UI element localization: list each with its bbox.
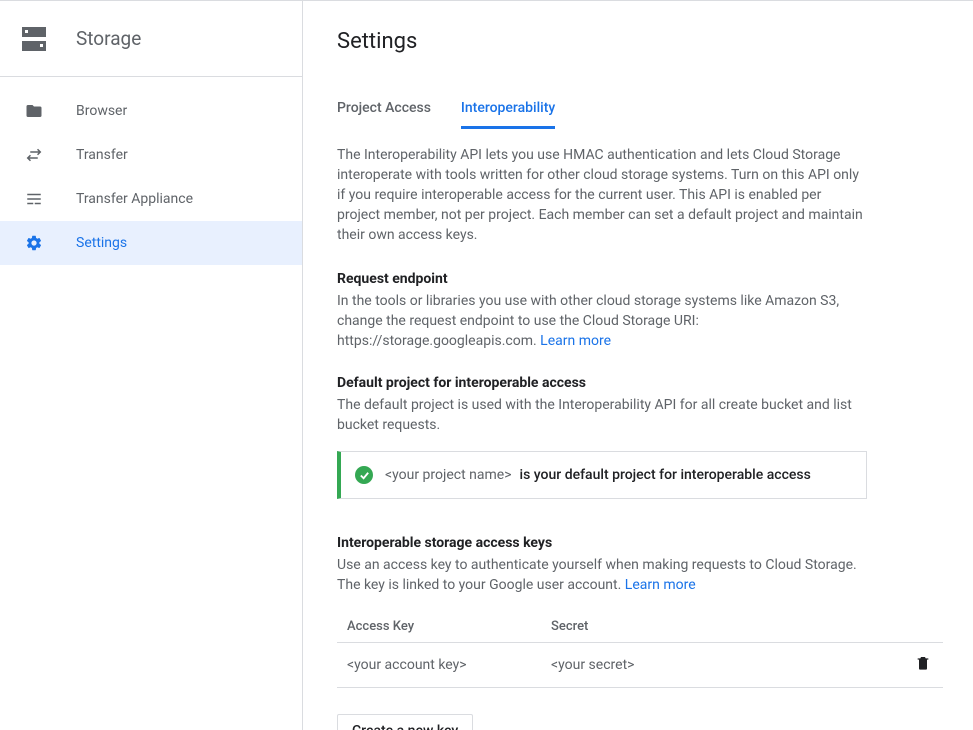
check-icon xyxy=(355,466,373,484)
main: Settings Project Access Interoperability… xyxy=(303,1,973,730)
sidebar-nav: Browser Transfer Transfer Appliance Sett… xyxy=(0,77,302,265)
td-secret: <your secret> xyxy=(551,657,903,673)
intro-text: The Interoperability API lets you use HM… xyxy=(337,145,867,245)
gear-icon xyxy=(24,233,44,253)
page-title: Settings xyxy=(337,29,973,54)
sidebar: Storage Browser Transfer Transfer Applia… xyxy=(0,1,303,730)
content: The Interoperability API lets you use HM… xyxy=(337,145,867,611)
transfer-appliance-icon xyxy=(24,189,44,209)
storage-icon xyxy=(22,27,46,51)
tab-interoperability[interactable]: Interoperability xyxy=(461,100,555,129)
table-row: <your account key> <your secret> xyxy=(337,643,943,688)
default-project-message: is your default project for interoperabl… xyxy=(520,467,811,483)
sidebar-item-transfer[interactable]: Transfer xyxy=(0,133,302,177)
browser-icon xyxy=(24,101,44,121)
learn-more-link[interactable]: Learn more xyxy=(540,333,611,349)
nav-label: Transfer xyxy=(76,147,128,163)
access-keys-body: Use an access key to authenticate yourse… xyxy=(337,557,857,593)
table-header: Access Key Secret xyxy=(337,611,943,643)
tabs: Project Access Interoperability xyxy=(337,100,973,129)
nav-label: Transfer Appliance xyxy=(76,191,193,207)
access-keys-text: Use an access key to authenticate yourse… xyxy=(337,555,867,595)
learn-more-link[interactable]: Learn more xyxy=(625,577,696,593)
nav-label: Browser xyxy=(76,103,127,119)
tab-project-access[interactable]: Project Access xyxy=(337,100,431,129)
th-access-key: Access Key xyxy=(337,619,551,634)
project-name-placeholder: <your project name> xyxy=(385,467,512,483)
sidebar-header: Storage xyxy=(0,1,302,77)
delete-key-button[interactable] xyxy=(903,655,943,675)
access-keys-table: Access Key Secret <your account key> <yo… xyxy=(337,611,943,688)
default-project-card: <your project name> is your default proj… xyxy=(337,451,867,499)
transfer-icon xyxy=(24,145,44,165)
sidebar-title: Storage xyxy=(76,27,141,50)
default-project-text: The default project is used with the Int… xyxy=(337,395,867,435)
create-key-button[interactable]: Create a new key xyxy=(337,714,473,730)
request-endpoint-title: Request endpoint xyxy=(337,271,867,287)
request-endpoint-text: In the tools or libraries you use with o… xyxy=(337,291,867,351)
nav-label: Settings xyxy=(76,235,127,251)
default-project-title: Default project for interoperable access xyxy=(337,375,867,391)
trash-icon xyxy=(915,655,931,675)
sidebar-item-settings[interactable]: Settings xyxy=(0,221,302,265)
td-access-key: <your account key> xyxy=(337,657,551,673)
access-keys-title: Interoperable storage access keys xyxy=(337,535,867,551)
sidebar-item-browser[interactable]: Browser xyxy=(0,89,302,133)
th-secret: Secret xyxy=(551,619,943,634)
sidebar-item-transfer-appliance[interactable]: Transfer Appliance xyxy=(0,177,302,221)
